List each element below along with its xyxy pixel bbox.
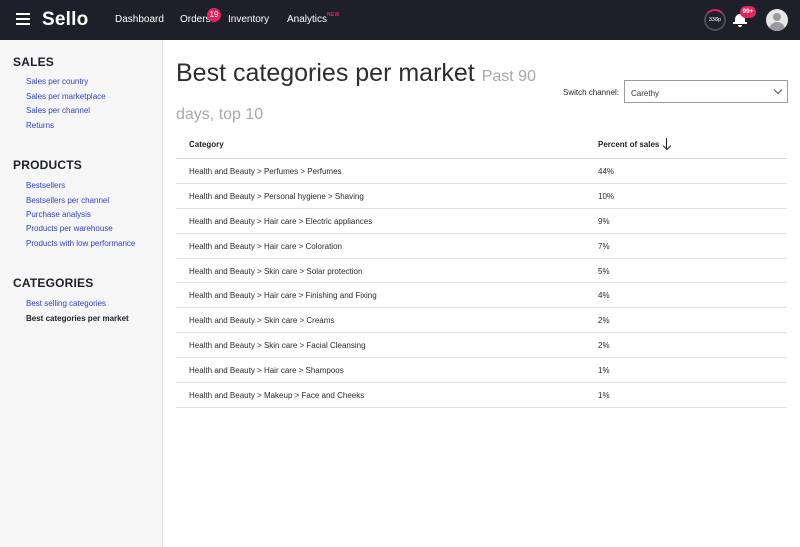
category-cell: Health and Beauty > Skin care > Solar pr… — [189, 266, 363, 276]
orders-count-badge: 19 — [207, 8, 221, 22]
user-avatar[interactable] — [766, 9, 788, 31]
sidebar-item-best-selling-categories[interactable]: Best selling categories — [26, 299, 106, 308]
category-cell: Health and Beauty > Hair care > Colorati… — [189, 241, 342, 251]
sidebar-item-best-categories-per-market[interactable]: Best categories per market — [26, 314, 129, 323]
sidebar-item-bestsellers[interactable]: Bestsellers — [26, 181, 65, 190]
new-feature-tag: NEW — [327, 12, 340, 18]
category-cell: Health and Beauty > Hair care > Shampoos — [189, 366, 344, 376]
app-logo[interactable]: Sello — [42, 9, 88, 31]
percent-cell: 9% — [598, 216, 610, 226]
channel-select-value: Carethy — [631, 89, 660, 98]
chevron-down-icon — [773, 85, 783, 95]
credit-indicator[interactable]: 338p — [704, 9, 726, 31]
sidebar: SALES Sales per country Sales per market… — [0, 40, 163, 547]
percent-cell: 1% — [598, 366, 610, 376]
sidebar-heading-categories: CATEGORIES — [13, 276, 94, 290]
switch-channel-label: Switch channel: — [563, 88, 620, 97]
sidebar-item-purchase-analysis[interactable]: Purchase analysis — [26, 210, 91, 219]
column-header-category[interactable]: Category — [189, 140, 224, 149]
categories-table: Category Percent of sales Health and Bea… — [176, 132, 787, 408]
table-row[interactable]: Health and Beauty > Perfumes > Perfumes 4… — [176, 159, 787, 184]
category-cell: Health and Beauty > Skin care > Creams — [189, 316, 335, 326]
percent-cell: 1% — [598, 391, 610, 401]
main-content: Best categories per market Past 90 days,… — [163, 40, 800, 547]
table-row[interactable]: Health and Beauty > Skin care > Creams 2% — [176, 308, 787, 334]
table-row[interactable]: Health and Beauty > Hair care > Shampoos… — [176, 358, 787, 384]
sidebar-heading-products: PRODUCTS — [13, 158, 82, 172]
notifications-badge: 99+ — [740, 6, 756, 18]
table-row[interactable]: Health and Beauty > Makeup > Face and Ch… — [176, 383, 787, 408]
column-header-percent-of-sales[interactable]: Percent of sales — [598, 140, 659, 149]
category-cell: Health and Beauty > Hair care > Finishin… — [189, 291, 377, 301]
percent-cell: 2% — [598, 316, 610, 326]
sidebar-item-sales-per-country[interactable]: Sales per country — [26, 77, 88, 86]
sidebar-item-bestsellers-per-channel[interactable]: Bestsellers per channel — [26, 196, 109, 205]
percent-cell: 10% — [598, 191, 615, 201]
percent-cell: 4% — [598, 291, 610, 301]
sidebar-item-products-low-performance[interactable]: Products with low performance — [26, 239, 135, 248]
sidebar-item-sales-per-marketplace[interactable]: Sales per marketplace — [26, 92, 106, 101]
table-row[interactable]: Health and Beauty > Hair care > Electric… — [176, 209, 787, 234]
sidebar-heading-sales: SALES — [13, 55, 55, 69]
page-title: Best categories per market Past 90 days,… — [176, 56, 546, 132]
channel-select[interactable]: Carethy — [624, 80, 788, 103]
category-cell: Health and Beauty > Personal hygiene > S… — [189, 191, 364, 201]
top-navigation-bar: Sello Dashboard Orders 19 Inventory Anal… — [0, 0, 800, 40]
nav-dashboard[interactable]: Dashboard — [115, 14, 164, 25]
nav-analytics[interactable]: Analytics — [287, 14, 327, 25]
nav-orders[interactable]: Orders — [180, 14, 211, 25]
table-row[interactable]: Health and Beauty > Hair care > Colorati… — [176, 234, 787, 259]
menu-icon[interactable] — [16, 13, 30, 25]
sort-descending-arrow-icon[interactable] — [662, 138, 672, 151]
sidebar-item-sales-per-channel[interactable]: Sales per channel — [26, 106, 90, 115]
sidebar-item-products-per-warehouse[interactable]: Products per warehouse — [26, 224, 113, 233]
page-title-text: Best categories per market — [176, 59, 475, 87]
category-cell: Health and Beauty > Hair care > Electric… — [189, 216, 373, 226]
nav-inventory[interactable]: Inventory — [228, 14, 269, 25]
table-row[interactable]: Health and Beauty > Hair care > Finishin… — [176, 283, 787, 309]
percent-cell: 5% — [598, 266, 610, 276]
table-header: Category Percent of sales — [176, 132, 787, 159]
sidebar-item-returns[interactable]: Returns — [26, 121, 54, 130]
category-cell: Health and Beauty > Perfumes > Perfumes — [189, 167, 342, 176]
percent-cell: 44% — [598, 167, 615, 176]
table-row[interactable]: Health and Beauty > Skin care > Facial C… — [176, 333, 787, 359]
table-row[interactable]: Health and Beauty > Personal hygiene > S… — [176, 184, 787, 209]
category-cell: Health and Beauty > Skin care > Facial C… — [189, 341, 366, 351]
category-cell: Health and Beauty > Makeup > Face and Ch… — [189, 391, 365, 401]
percent-cell: 7% — [598, 241, 610, 251]
percent-cell: 2% — [598, 341, 610, 351]
table-row[interactable]: Health and Beauty > Skin care > Solar pr… — [176, 259, 787, 284]
table-body: Health and Beauty > Perfumes > Perfumes 4… — [176, 159, 787, 408]
